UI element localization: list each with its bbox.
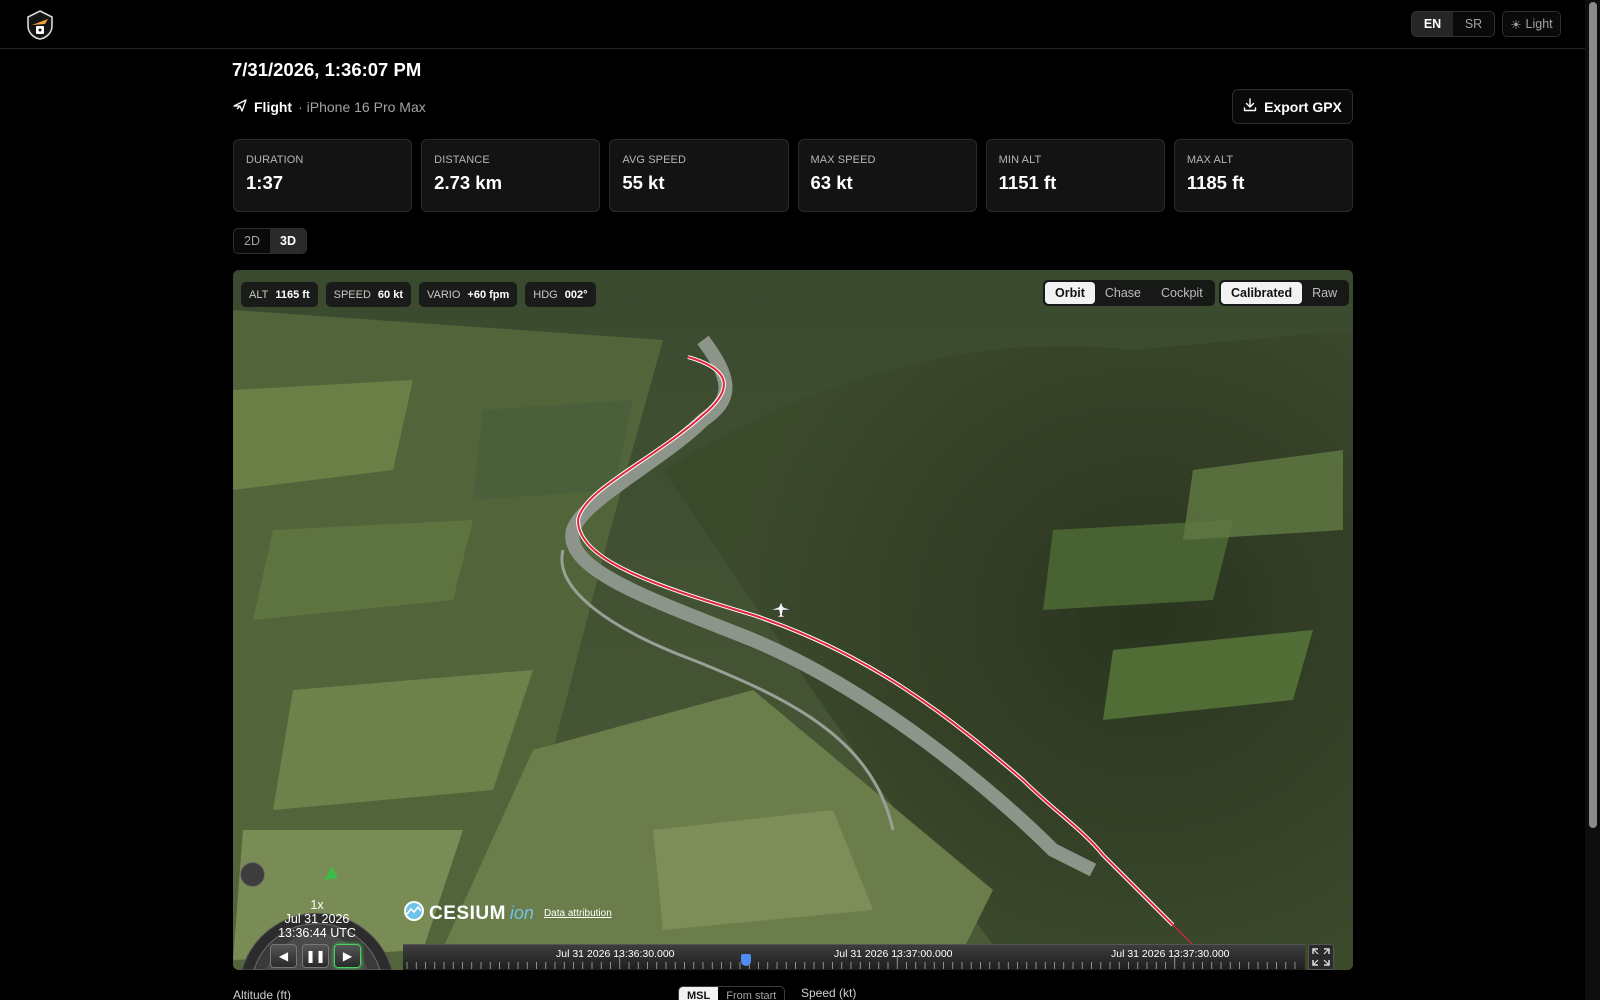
fullscreen-icon	[1312, 948, 1330, 966]
hud-label: SPEED	[333, 288, 371, 301]
track-device: · iPhone 16 Pro Max	[298, 98, 426, 115]
cesium-logo-icon	[403, 900, 425, 927]
hud-value: 1165 ft	[275, 288, 310, 301]
speed-chart-title: Speed (kt)	[801, 986, 857, 1000]
stat-min-alt: MIN ALT 1151 ft	[985, 139, 1165, 212]
export-gpx-label: Export GPX	[1264, 98, 1342, 115]
stat-label: AVG SPEED	[622, 154, 686, 166]
timeline-label-1: Jul 31 2026 13:36:30.000	[556, 948, 675, 960]
terrain-imagery[interactable]	[233, 270, 1353, 970]
hud-alt: ALT 1165 ft	[241, 282, 318, 307]
timeline-needle[interactable]	[740, 954, 751, 966]
cesium-credit: CESIUM ion Data attribution	[403, 900, 612, 927]
stat-value: 1185 ft	[1186, 172, 1245, 193]
hud-speed: SPEED 60 kt	[325, 282, 411, 307]
timeline-bar[interactable]: Jul 31 2026 13:36:30.000 Jul 31 2026 13:…	[403, 944, 1305, 970]
animation-time: 13:36:44 UTC	[278, 926, 356, 940]
app-logo-icon[interactable]	[26, 10, 54, 40]
hud-heading: HDG 002°	[525, 282, 596, 307]
hud-value: 60 kt	[377, 288, 403, 301]
language-switcher: EN SR	[1411, 11, 1495, 37]
raw-button[interactable]: Raw	[1302, 282, 1347, 304]
stat-value: 1:37	[246, 172, 284, 193]
theme-toggle-button[interactable]: ☀ Light	[1502, 11, 1561, 37]
stat-label: MAX SPEED	[810, 154, 876, 166]
lang-en-button[interactable]: EN	[1412, 12, 1453, 36]
map-3d-viewport[interactable]: ALT 1165 ft SPEED 60 kt VARIO +60 fpm HD…	[233, 270, 1353, 970]
stats-grid: DURATION 1:37 DISTANCE 2.73 km AVG SPEED…	[233, 139, 1353, 212]
hud-label: ALT	[249, 288, 269, 301]
sun-icon: ☀	[1510, 17, 1522, 32]
altitude-chart-title: Altitude (ft)	[233, 988, 292, 1000]
lang-sr-button[interactable]: SR	[1453, 12, 1494, 36]
play-forward-button[interactable]: ▶	[334, 944, 361, 968]
animation-widget: 1x Jul 31 2026 13:36:44 UTC ◀ ❚❚ ▶	[236, 860, 398, 970]
msl-button[interactable]: MSL	[679, 987, 719, 1000]
data-attribution-link[interactable]: Data attribution	[544, 908, 612, 919]
play-reverse-button[interactable]: ◀	[270, 944, 297, 968]
track-kind: Flight	[254, 98, 293, 115]
stat-value: 63 kt	[810, 172, 853, 193]
hud-value: 002°	[564, 288, 588, 301]
hud-label: VARIO	[426, 288, 461, 301]
cesium-suffix: ion	[509, 903, 534, 923]
animation-date: Jul 31 2026	[284, 912, 350, 926]
cesium-brand: CESIUM	[429, 902, 506, 924]
clock-icon[interactable]	[240, 862, 265, 887]
stat-label: MAX ALT	[1186, 154, 1234, 166]
stat-duration: DURATION 1:37	[233, 139, 413, 212]
track-subtitle: Flight · iPhone 16 Pro Max	[232, 97, 426, 116]
calibrated-button[interactable]: Calibrated	[1221, 282, 1303, 304]
export-gpx-button[interactable]: Export GPX	[1232, 89, 1353, 124]
plane-icon	[232, 97, 248, 116]
animation-speed: 1x	[310, 898, 324, 912]
stat-value: 2.73 km	[434, 172, 503, 193]
hud-vario: VARIO +60 fpm	[418, 282, 518, 307]
pause-button[interactable]: ❚❚	[302, 944, 329, 968]
track-title: 7/31/2026, 1:36:07 PM	[232, 59, 422, 80]
hud-value: +60 fpm	[467, 288, 510, 301]
scrollbar-thumb[interactable]	[1589, 2, 1597, 828]
download-icon	[1243, 98, 1257, 115]
stat-label: MIN ALT	[998, 154, 1042, 166]
theme-toggle-label: Light	[1525, 17, 1553, 31]
stat-max-alt: MAX ALT 1185 ft	[1173, 139, 1353, 212]
view-3d-button[interactable]: 3D	[270, 229, 306, 253]
camera-chase-button[interactable]: Chase	[1095, 282, 1151, 304]
top-bar: EN SR ☀ Light	[0, 0, 1585, 49]
altitude-reference-toggle: MSL From start	[678, 986, 786, 1000]
altitude-source-toggle: Calibrated Raw	[1219, 280, 1350, 306]
hud-label: HDG	[533, 288, 558, 301]
stat-label: DISTANCE	[434, 154, 490, 166]
fullscreen-button[interactable]	[1308, 944, 1334, 970]
camera-mode-toggle: Orbit Chase Cockpit	[1043, 280, 1215, 306]
camera-orbit-button[interactable]: Orbit	[1045, 282, 1095, 304]
timeline-label-3: Jul 31 2026 13:37:30.000	[1111, 948, 1230, 960]
view-mode-toggle: 2D 3D	[233, 228, 307, 254]
from-start-button[interactable]: From start	[718, 987, 784, 1000]
stat-distance: DISTANCE 2.73 km	[421, 139, 601, 212]
stat-value: 55 kt	[622, 172, 665, 193]
stat-avg-speed: AVG SPEED 55 kt	[609, 139, 789, 212]
stat-value: 1151 ft	[998, 172, 1057, 193]
view-2d-button[interactable]: 2D	[234, 229, 270, 253]
flight-hud: ALT 1165 ft SPEED 60 kt VARIO +60 fpm HD…	[241, 282, 596, 307]
stat-label: DURATION	[246, 154, 304, 166]
timeline-label-2: Jul 31 2026 13:37:00.000	[834, 948, 953, 960]
stat-max-speed: MAX SPEED 63 kt	[797, 139, 977, 212]
camera-cockpit-button[interactable]: Cockpit	[1151, 282, 1213, 304]
